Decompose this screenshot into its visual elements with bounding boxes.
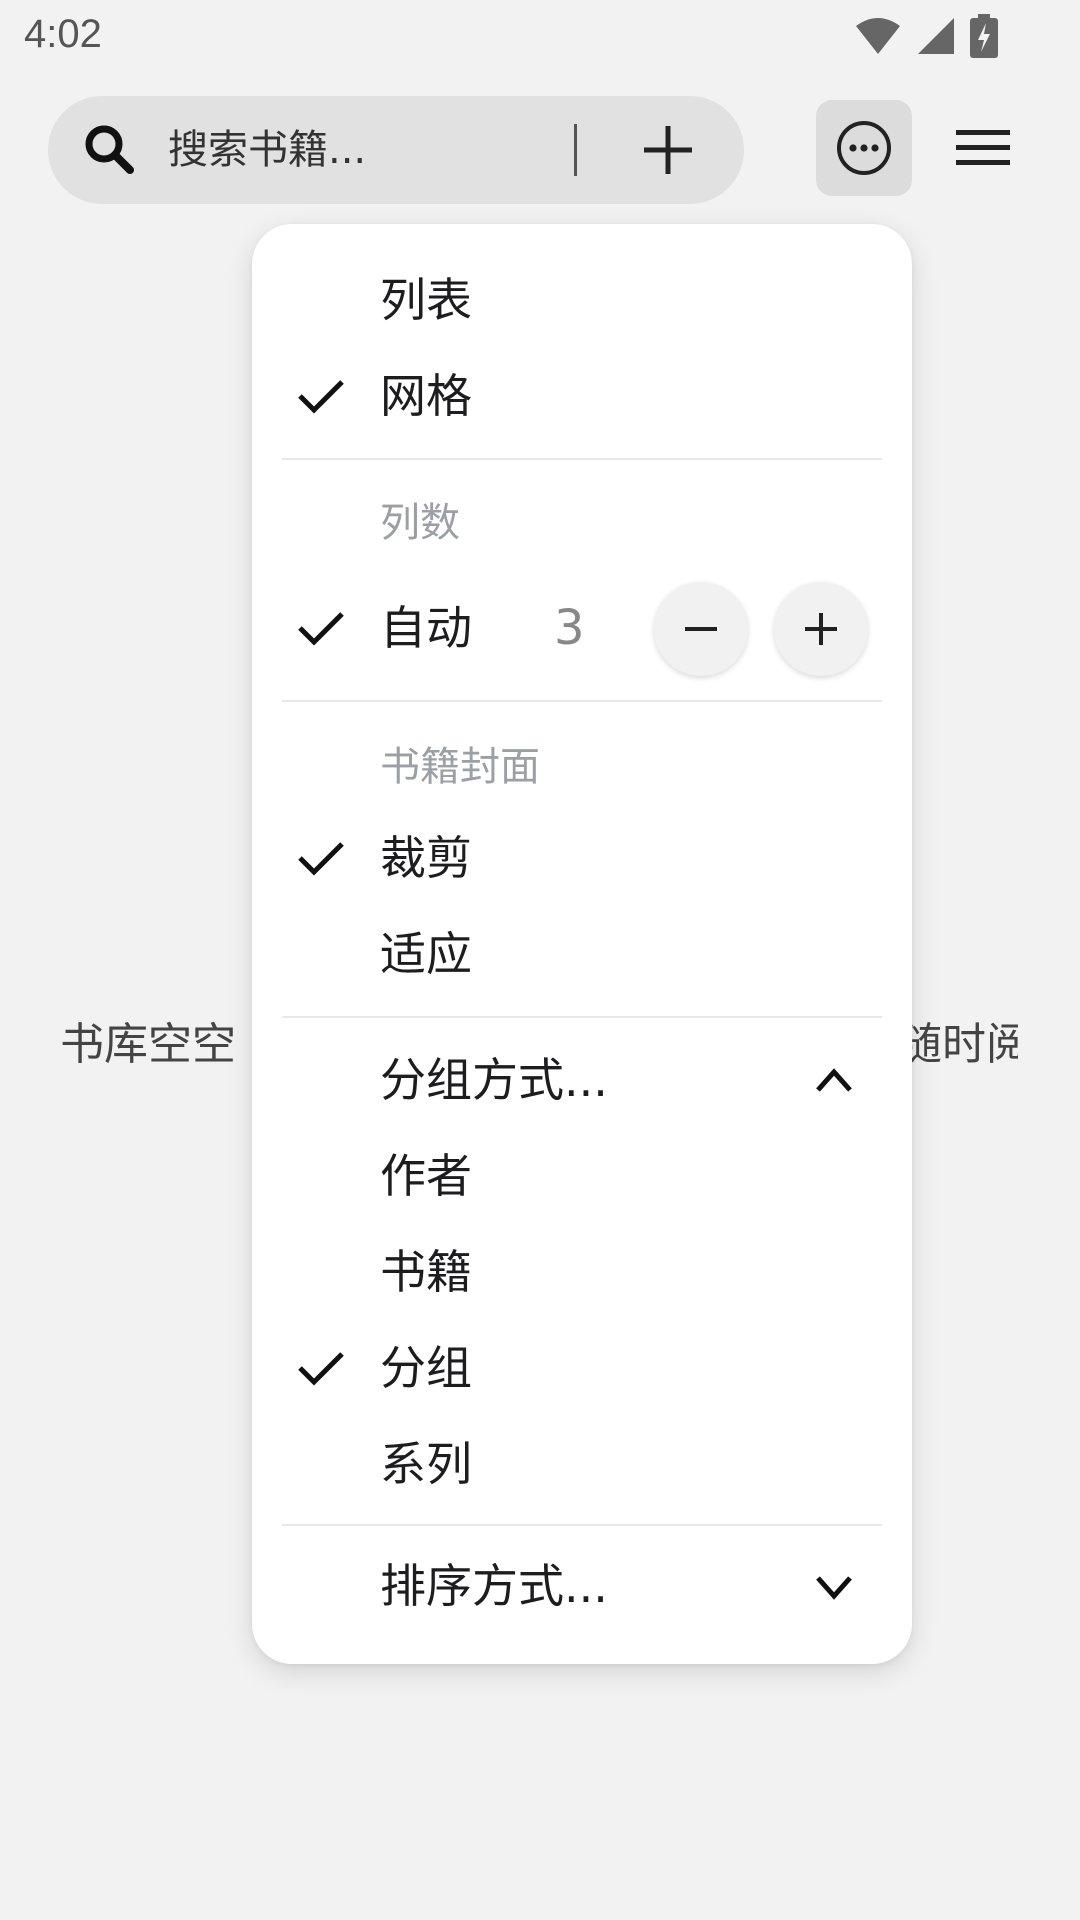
menu-item-columns-auto[interactable]: 自动 3 — [252, 580, 912, 676]
battery-charging-icon — [970, 14, 998, 58]
chevron-up-icon — [814, 1062, 854, 1102]
menu-item-group-group[interactable]: 分组 — [252, 1320, 912, 1416]
checkmark-icon — [296, 838, 346, 882]
plus-icon — [805, 613, 837, 645]
menu-item-label: 裁剪 — [380, 831, 472, 885]
checkmark-icon — [296, 376, 346, 420]
menu-item-label: 分组 — [380, 1341, 472, 1395]
menu-item-label: 作者 — [380, 1149, 472, 1203]
main-menu-button[interactable] — [940, 100, 1026, 196]
status-icons — [854, 14, 998, 58]
menu-item-group-series[interactable]: 系列 — [252, 1416, 912, 1512]
increase-columns-button[interactable] — [774, 582, 868, 676]
empty-library-text: 书库空空 — [60, 1019, 236, 1070]
add-book-button[interactable] — [628, 116, 708, 184]
menu-item-group-by[interactable]: 分组方式... — [252, 1032, 912, 1128]
menu-item-label: 适应 — [380, 927, 472, 981]
status-time: 4:02 — [24, 12, 102, 56]
column-count-value: 3 — [554, 600, 585, 656]
menu-item-label: 排序方式... — [380, 1559, 608, 1613]
checkmark-icon — [296, 1348, 346, 1392]
search-bar[interactable]: 搜索书籍... — [48, 96, 744, 204]
checkmark-icon — [296, 608, 346, 652]
search-divider — [574, 124, 577, 176]
wifi-icon — [854, 16, 902, 56]
plus-icon — [644, 126, 692, 174]
more-horizontal-icon — [837, 121, 891, 175]
search-icon — [82, 122, 138, 182]
hamburger-icon — [956, 130, 1010, 165]
empty-library-text-tail: 随时阅 — [898, 1019, 1018, 1070]
view-options-menu: 列表 网格 列数 自动 3 书籍封面 裁剪 适应 分组方式... 作者 书籍 分… — [252, 224, 912, 1664]
signal-icon — [916, 16, 956, 56]
menu-divider — [282, 1524, 882, 1526]
menu-item-cover-crop[interactable]: 裁剪 — [252, 810, 912, 906]
menu-item-grid-view[interactable]: 网格 — [252, 348, 912, 444]
minus-icon — [685, 627, 717, 631]
section-title-cover: 书籍封面 — [380, 744, 540, 790]
view-options-button[interactable] — [816, 100, 912, 196]
chevron-down-icon — [814, 1568, 854, 1608]
menu-item-label: 书籍 — [380, 1245, 472, 1299]
menu-item-cover-fit[interactable]: 适应 — [252, 906, 912, 1002]
menu-item-label: 分组方式... — [380, 1053, 608, 1107]
menu-item-label: 网格 — [380, 369, 472, 423]
menu-item-list-view[interactable]: 列表 — [252, 252, 912, 348]
section-title-columns: 列数 — [380, 500, 460, 546]
status-bar: 4:02 — [0, 0, 1080, 72]
menu-divider — [282, 700, 882, 702]
menu-divider — [282, 1016, 882, 1018]
menu-item-label: 列表 — [380, 273, 472, 327]
menu-item-group-author[interactable]: 作者 — [252, 1128, 912, 1224]
menu-item-group-book[interactable]: 书籍 — [252, 1224, 912, 1320]
search-input[interactable]: 搜索书籍... — [168, 122, 366, 178]
menu-item-label: 系列 — [380, 1437, 472, 1491]
menu-item-sort-by[interactable]: 排序方式... — [252, 1538, 912, 1634]
menu-divider — [282, 458, 882, 460]
menu-item-label: 自动 — [380, 601, 472, 655]
decrease-columns-button[interactable] — [654, 582, 748, 676]
